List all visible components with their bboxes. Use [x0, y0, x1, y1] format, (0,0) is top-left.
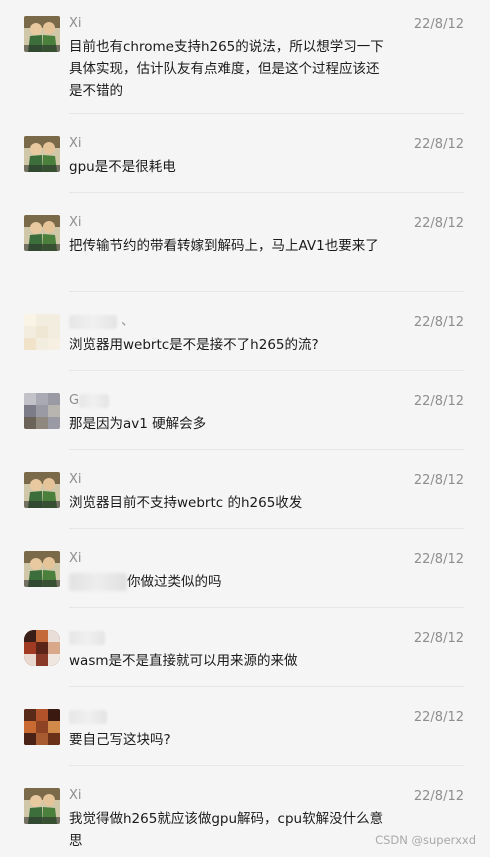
blurred-name	[69, 709, 107, 724]
blurred-avatar-image	[24, 393, 60, 429]
divider	[69, 528, 464, 529]
username[interactable]: Xi	[69, 215, 82, 231]
timestamp: 22/8/12	[413, 710, 464, 725]
avatar[interactable]	[24, 551, 60, 587]
comment-text: wasm是不是直接就可以用来源的来做	[69, 653, 298, 669]
timestamp: 22/8/12	[413, 17, 464, 32]
avatar[interactable]	[24, 136, 60, 172]
comment-text: 要自己写这块吗?	[69, 732, 171, 748]
blurred-avatar-image	[24, 314, 60, 350]
blurred-mention	[69, 573, 127, 591]
anime-avatar-image	[24, 788, 60, 824]
username[interactable]: G	[69, 393, 110, 409]
timestamp: 22/8/12	[413, 315, 464, 330]
divider	[69, 370, 464, 371]
avatar[interactable]	[24, 16, 60, 52]
avatar[interactable]	[24, 709, 60, 745]
anime-avatar-image	[24, 16, 60, 52]
anime-avatar-image	[24, 551, 60, 587]
blurred-name	[69, 630, 105, 645]
comment-text: 浏览器用webrtc是不是接不了h265的流?	[69, 337, 319, 353]
username[interactable]: Xi	[69, 136, 82, 152]
divider	[69, 291, 464, 292]
avatar[interactable]	[24, 393, 60, 429]
anime-avatar-image	[24, 472, 60, 508]
blurred-name	[79, 393, 110, 408]
divider	[69, 113, 464, 114]
comment-text: 我觉得做h265就应该做gpu解码，cpu软解没什么意思	[69, 811, 384, 849]
divider	[69, 449, 464, 450]
anime-avatar-image	[24, 136, 60, 172]
blurred-avatar-image	[24, 709, 60, 745]
username[interactable]: Xi	[69, 551, 82, 567]
timestamp: 22/8/12	[413, 789, 464, 804]
watermark: CSDN @superxxd	[375, 833, 476, 847]
timestamp: 22/8/12	[413, 552, 464, 567]
comment-text: 那是因为av1 硬解会多	[69, 416, 207, 432]
timestamp: 22/8/12	[413, 394, 464, 409]
username[interactable]: 、	[69, 314, 134, 330]
avatar[interactable]	[24, 472, 60, 508]
avatar[interactable]	[24, 215, 60, 251]
divider	[69, 192, 464, 193]
timestamp: 22/8/12	[413, 631, 464, 646]
comment-text: 浏览器目前不支持webrtc 的h265收发	[69, 495, 303, 511]
comment-text: 你做过类似的吗	[69, 571, 389, 593]
comment-text: 把传输节约的带看转嫁到解码上，马上AV1也要来了	[69, 238, 379, 254]
comment-text: 目前也有chrome支持h265的说法，所以想学习一下具体实现，估计队友有点难度…	[69, 39, 384, 99]
divider	[69, 765, 464, 766]
username[interactable]	[69, 709, 107, 725]
username[interactable]: Xi	[69, 788, 82, 804]
avatar[interactable]	[24, 630, 60, 666]
divider	[69, 607, 464, 608]
username[interactable]: Xi	[69, 472, 82, 488]
blurred-name	[69, 314, 117, 329]
avatar[interactable]	[24, 314, 60, 350]
anime-avatar-image	[24, 215, 60, 251]
username[interactable]: Xi	[69, 16, 82, 32]
timestamp: 22/8/12	[413, 216, 464, 231]
blurred-avatar-image	[24, 630, 60, 666]
username[interactable]	[69, 630, 105, 646]
divider	[69, 686, 464, 687]
comment-text: gpu是不是很耗电	[69, 159, 176, 175]
timestamp: 22/8/12	[413, 473, 464, 488]
avatar[interactable]	[24, 788, 60, 824]
timestamp: 22/8/12	[413, 137, 464, 152]
